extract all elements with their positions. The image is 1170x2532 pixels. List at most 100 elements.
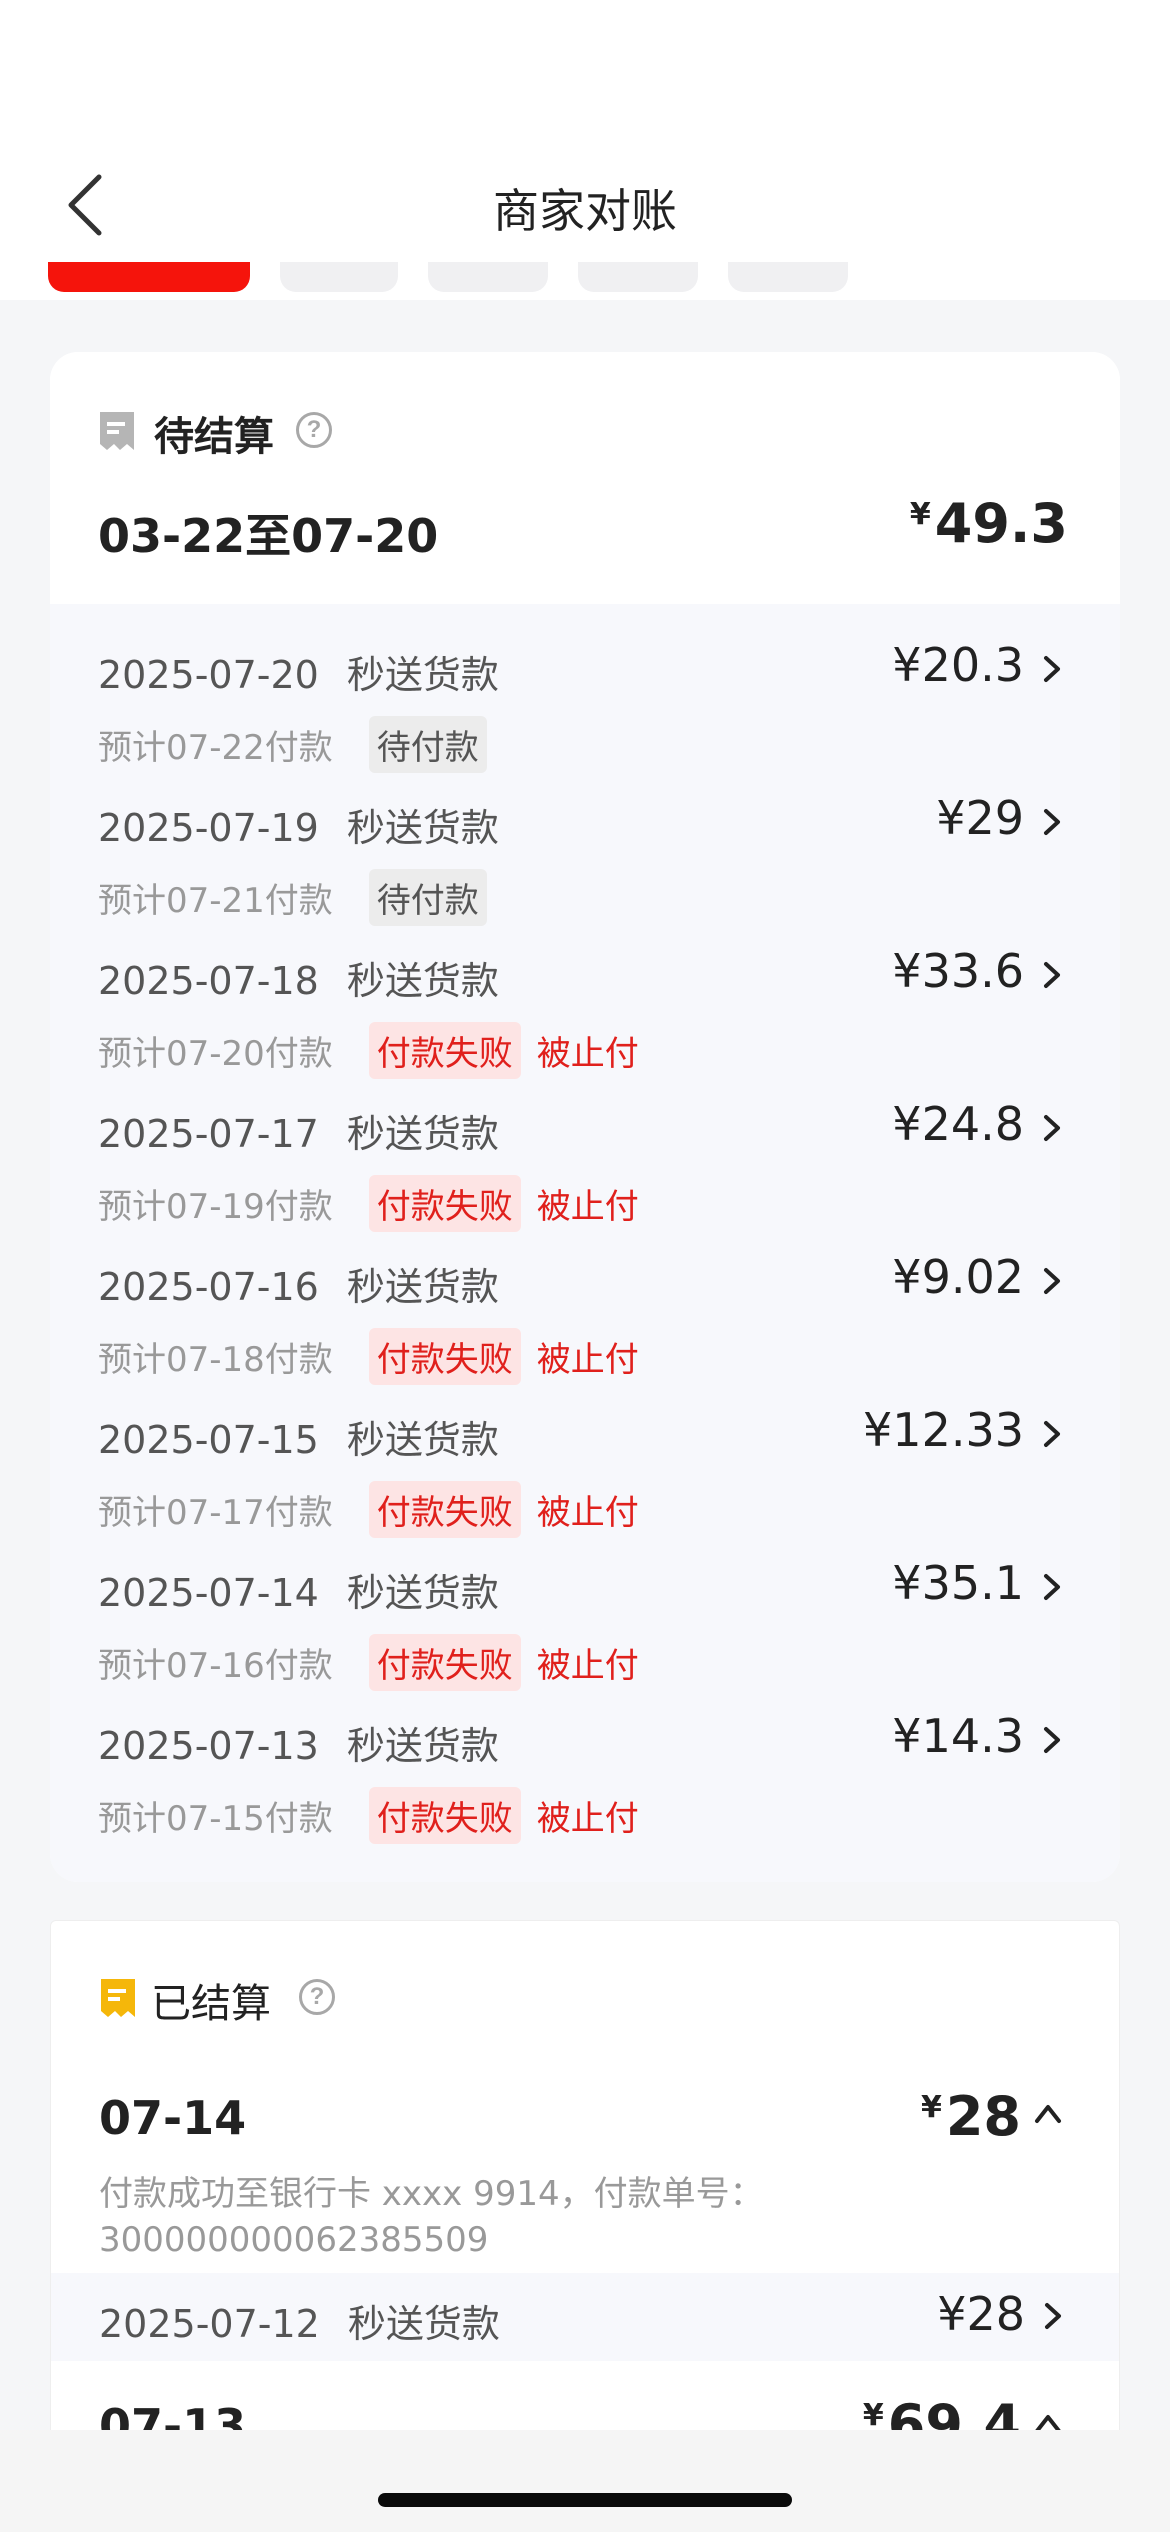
- item-expected-date: 预计07-17付款: [98, 1493, 333, 1533]
- chevron-up-icon[interactable]: [1033, 2101, 1063, 2125]
- chevron-right-icon: [1044, 1727, 1060, 1753]
- tab-active-indicator[interactable]: [48, 262, 250, 292]
- item-subline: 预计07-16付款 付款失败 被止付: [98, 1634, 639, 1691]
- pending-list-item[interactable]: 2025-07-20 秒送货款 ¥20.3 预计07-22付款 待付款: [50, 624, 1120, 777]
- item-type: 秒送货款: [346, 1571, 499, 1615]
- tab-pill[interactable]: [280, 262, 398, 292]
- status-badge: 付款失败: [368, 1022, 521, 1079]
- item-amount: ¥14.3: [892, 1709, 1024, 1763]
- status-badge: 付款失败: [368, 1481, 521, 1538]
- item-expected-date: 预计07-18付款: [98, 1340, 333, 1380]
- tab-pill[interactable]: [578, 262, 698, 292]
- item-type: 秒送货款: [346, 959, 499, 1003]
- settled-list-item[interactable]: 2025-07-12 秒送货款 ¥28: [51, 2273, 1119, 2361]
- status-badge: 付款失败: [368, 1787, 521, 1844]
- item-type: 秒送货款: [346, 1112, 499, 1156]
- chevron-right-icon: [1045, 2303, 1061, 2329]
- page-title: 商家对账: [493, 184, 677, 238]
- chevron-right-icon: [1044, 1115, 1060, 1141]
- chevron-right-icon: [1044, 809, 1060, 835]
- status-badge: 付款失败: [368, 1175, 521, 1232]
- pending-list-item[interactable]: 2025-07-14 秒送货款 ¥35.1 预计07-16付款 付款失败 被止付: [50, 1542, 1120, 1695]
- help-icon[interactable]: ?: [299, 1979, 335, 2015]
- help-icon[interactable]: ?: [296, 412, 332, 448]
- settled-group-total: ¥28: [921, 2085, 1021, 2148]
- top-bar: 商家对账: [0, 0, 1170, 300]
- pending-list-item[interactable]: 2025-07-17 秒送货款 ¥24.8 预计07-19付款 付款失败 被止付: [50, 1083, 1120, 1236]
- status-badge: 付款失败: [368, 1328, 521, 1385]
- tab-pill[interactable]: [428, 262, 548, 292]
- pending-date-range: 03-22至07-20: [98, 509, 439, 563]
- pending-settlement-card: 待结算 ? 03-22至07-20 ¥49.3 2025-07-20 秒送货款 ¥2…: [50, 352, 1120, 1882]
- item-type: 秒送货款: [346, 1724, 499, 1768]
- item-amount: ¥33.6: [892, 944, 1024, 998]
- pending-header: 待结算 ? 03-22至07-20 ¥49.3: [50, 352, 1120, 604]
- item-date: 2025-07-12: [99, 2302, 320, 2346]
- item-date: 2025-07-15: [98, 1418, 319, 1462]
- pending-list-item[interactable]: 2025-07-13 秒送货款 ¥14.3 预计07-15付款 付款失败 被止付: [50, 1695, 1120, 1848]
- item-date-type: 2025-07-12 秒送货款: [99, 2293, 500, 2348]
- chevron-right-icon: [1044, 656, 1060, 682]
- chevron-right-icon: [1044, 1574, 1060, 1600]
- item-subline: 预计07-22付款 待付款: [98, 716, 487, 773]
- chevron-right-icon: [1044, 1268, 1060, 1294]
- item-date-type: 2025-07-18 秒送货款: [98, 950, 499, 1005]
- item-amount: ¥24.8: [892, 1097, 1024, 1151]
- item-date: 2025-07-19: [98, 806, 319, 850]
- currency-symbol: ¥: [920, 2090, 942, 2125]
- status-badge: 待付款: [368, 869, 487, 926]
- pending-total: ¥49.3: [910, 492, 1068, 555]
- item-type: 秒送货款: [346, 653, 499, 697]
- stop-payment-note: 被止付: [536, 1799, 639, 1839]
- item-type: 秒送货款: [346, 1265, 499, 1309]
- item-subline: 预计07-18付款 付款失败 被止付: [98, 1328, 639, 1385]
- item-date-type: 2025-07-16 秒送货款: [98, 1256, 499, 1311]
- pending-list: 2025-07-20 秒送货款 ¥20.3 预计07-22付款 待付款 2025-07-1…: [50, 604, 1120, 1882]
- item-expected-date: 预计07-20付款: [98, 1034, 333, 1074]
- stop-payment-note: 被止付: [536, 1646, 639, 1686]
- item-amount: ¥28: [937, 2287, 1025, 2341]
- item-date: 2025-07-20: [98, 653, 319, 697]
- item-date-type: 2025-07-15 秒送货款: [98, 1409, 499, 1464]
- stop-payment-note: 被止付: [536, 1034, 639, 1074]
- chevron-right-icon: [1044, 962, 1060, 988]
- pending-list-item[interactable]: 2025-07-18 秒送货款 ¥33.6 预计07-20付款 付款失败 被止付: [50, 930, 1120, 1083]
- chevron-right-icon: [1044, 1421, 1060, 1447]
- item-subline: 预计07-20付款 付款失败 被止付: [98, 1022, 639, 1079]
- item-date-type: 2025-07-17 秒送货款: [98, 1103, 499, 1158]
- stop-payment-note: 被止付: [536, 1187, 639, 1227]
- receipt-icon: [101, 1979, 135, 2017]
- settled-card: 已结算 ? 07-14 ¥28 付款成功至银行卡 xxxx 9914，付款单号：…: [50, 1920, 1120, 2440]
- pending-total-amount: 49.3: [934, 492, 1068, 555]
- settled-group-amount: 28: [945, 2085, 1021, 2148]
- item-type: 秒送货款: [346, 806, 499, 850]
- item-date-type: 2025-07-19 秒送货款: [98, 797, 499, 852]
- home-indicator-area: [0, 2430, 1170, 2532]
- item-subline: 预计07-15付款 付款失败 被止付: [98, 1787, 639, 1844]
- item-expected-date: 预计07-21付款: [98, 881, 333, 921]
- pending-list-item[interactable]: 2025-07-16 秒送货款 ¥9.02 预计07-18付款 付款失败 被止付: [50, 1236, 1120, 1389]
- status-badge: 待付款: [368, 716, 487, 773]
- currency-symbol: ¥: [862, 2398, 884, 2433]
- item-date: 2025-07-16: [98, 1265, 319, 1309]
- tab-strip: [0, 262, 1170, 292]
- item-type: 秒送货款: [347, 2302, 500, 2346]
- tab-pill[interactable]: [728, 262, 848, 292]
- item-date: 2025-07-18: [98, 959, 319, 1003]
- item-type: 秒送货款: [346, 1418, 499, 1462]
- item-date: 2025-07-14: [98, 1571, 319, 1615]
- item-expected-date: 预计07-22付款: [98, 728, 333, 768]
- item-date-type: 2025-07-14 秒送货款: [98, 1562, 499, 1617]
- receipt-icon: [100, 412, 134, 450]
- item-expected-date: 预计07-15付款: [98, 1799, 333, 1839]
- item-subline: 预计07-19付款 付款失败 被止付: [98, 1175, 639, 1232]
- item-amount: ¥9.02: [892, 1250, 1024, 1304]
- pending-list-item[interactable]: 2025-07-19 秒送货款 ¥29 预计07-21付款 待付款: [50, 777, 1120, 930]
- item-date: 2025-07-13: [98, 1724, 319, 1768]
- pending-list-item[interactable]: 2025-07-15 秒送货款 ¥12.33 预计07-17付款 付款失败 被止付: [50, 1389, 1120, 1542]
- pending-title: 待结算: [154, 414, 274, 460]
- settled-title: 已结算: [151, 1981, 271, 2027]
- settled-group-date: 07-14: [99, 2091, 247, 2145]
- item-date-type: 2025-07-13 秒送货款: [98, 1715, 499, 1770]
- home-indicator[interactable]: [378, 2493, 792, 2507]
